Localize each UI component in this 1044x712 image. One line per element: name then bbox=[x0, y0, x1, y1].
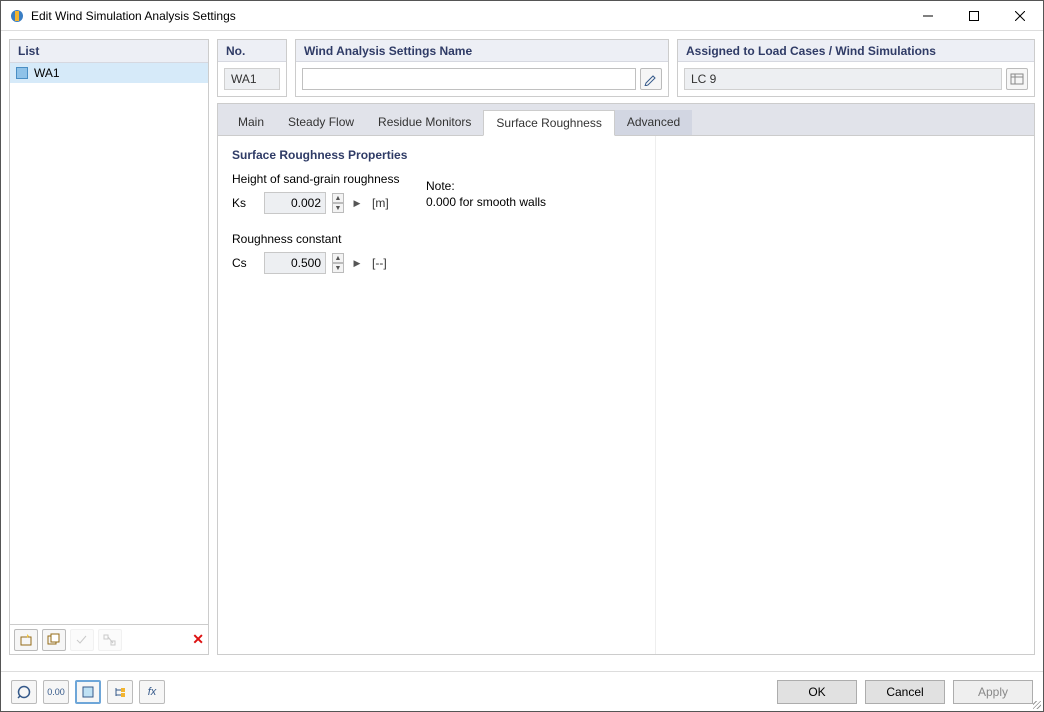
list-box[interactable]: WA1 bbox=[10, 63, 208, 624]
cs-label: Roughness constant bbox=[232, 232, 641, 246]
cs-spin-up[interactable]: ▲ bbox=[332, 253, 344, 263]
assigned-field: LC 9 bbox=[684, 68, 1002, 90]
minimize-button[interactable] bbox=[905, 1, 951, 31]
resize-grip[interactable] bbox=[1029, 697, 1043, 711]
list-panel: List WA1 ✕ bbox=[9, 39, 209, 655]
tab-surface-roughness[interactable]: Surface Roughness bbox=[483, 110, 614, 136]
list-item[interactable]: WA1 bbox=[10, 63, 208, 83]
cs-input[interactable] bbox=[264, 252, 326, 274]
window-title: Edit Wind Simulation Analysis Settings bbox=[31, 9, 905, 23]
cs-expand-button[interactable]: ▶ bbox=[350, 252, 364, 274]
delete-button[interactable]: ✕ bbox=[192, 631, 204, 648]
ks-spin-down[interactable]: ▼ bbox=[332, 203, 344, 213]
cs-spin-down[interactable]: ▼ bbox=[332, 263, 344, 273]
ks-spin-up[interactable]: ▲ bbox=[332, 193, 344, 203]
copy-item-button[interactable] bbox=[42, 629, 66, 651]
edit-name-button[interactable] bbox=[640, 68, 662, 90]
maximize-button[interactable] bbox=[951, 1, 997, 31]
name-group: Wind Analysis Settings Name bbox=[295, 39, 669, 97]
ks-symbol: Ks bbox=[232, 196, 258, 210]
fx-button[interactable]: fx bbox=[139, 680, 165, 704]
titlebar: Edit Wind Simulation Analysis Settings bbox=[1, 1, 1043, 31]
section-title: Surface Roughness Properties bbox=[232, 148, 641, 162]
tab-residue-monitors[interactable]: Residue Monitors bbox=[366, 110, 483, 135]
list-header: List bbox=[10, 40, 208, 63]
app-icon bbox=[9, 8, 25, 24]
units-button[interactable]: 0.00 bbox=[43, 680, 69, 704]
cs-unit: [--] bbox=[372, 256, 387, 270]
list-item-label: WA1 bbox=[34, 66, 60, 80]
no-field: WA1 bbox=[224, 68, 280, 90]
cancel-button[interactable]: Cancel bbox=[865, 680, 945, 704]
ks-expand-button[interactable]: ▶ bbox=[350, 192, 364, 214]
list-toolbar: ✕ bbox=[10, 624, 208, 654]
tab-bar: Main Steady Flow Residue Monitors Surfac… bbox=[218, 104, 1034, 136]
main-panel: Main Steady Flow Residue Monitors Surfac… bbox=[217, 103, 1035, 655]
check-button bbox=[70, 629, 94, 651]
assigned-group: Assigned to Load Cases / Wind Simulation… bbox=[677, 39, 1035, 97]
note-body: 0.000 for smooth walls bbox=[426, 195, 546, 211]
help-button[interactable] bbox=[11, 680, 37, 704]
note-head: Note: bbox=[426, 179, 546, 195]
tree-button[interactable] bbox=[107, 680, 133, 704]
view-button[interactable] bbox=[75, 680, 101, 704]
footer: 0.00 fx OK Cancel Apply bbox=[1, 671, 1043, 711]
assigned-header: Assigned to Load Cases / Wind Simulation… bbox=[678, 40, 1034, 62]
tab-steady-flow[interactable]: Steady Flow bbox=[276, 110, 366, 135]
tab-main[interactable]: Main bbox=[226, 110, 276, 135]
flow-button bbox=[98, 629, 122, 651]
note-block: Note: 0.000 for smooth walls bbox=[426, 179, 546, 210]
apply-button: Apply bbox=[953, 680, 1033, 704]
properties-column: Surface Roughness Properties Height of s… bbox=[218, 136, 656, 654]
name-header: Wind Analysis Settings Name bbox=[296, 40, 668, 62]
item-color-icon bbox=[16, 67, 28, 79]
cs-symbol: Cs bbox=[232, 256, 258, 270]
name-input[interactable] bbox=[302, 68, 636, 90]
ks-input[interactable] bbox=[264, 192, 326, 214]
no-header: No. bbox=[218, 40, 286, 62]
tab-advanced[interactable]: Advanced bbox=[615, 110, 692, 135]
assigned-edit-button[interactable] bbox=[1006, 68, 1028, 90]
right-empty-column bbox=[656, 136, 1034, 654]
no-group: No. WA1 bbox=[217, 39, 287, 97]
new-item-button[interactable] bbox=[14, 629, 38, 651]
ks-unit: [m] bbox=[372, 196, 389, 210]
close-button[interactable] bbox=[997, 1, 1043, 31]
ok-button[interactable]: OK bbox=[777, 680, 857, 704]
